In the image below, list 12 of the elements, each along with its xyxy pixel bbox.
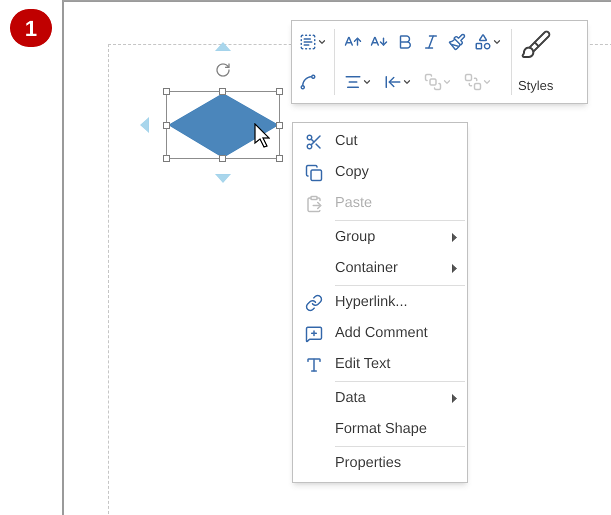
menu-item[interactable]: Properties [293,448,467,479]
menu-item[interactable]: Container [293,253,467,284]
menu-item[interactable]: Hyperlink... [293,287,467,318]
menu-item[interactable]: Data [293,383,467,414]
menu-item[interactable]: Add Comment [293,318,467,349]
menu-item[interactable]: Edit Text [293,349,467,380]
menu-item[interactable]: Cut [293,126,467,157]
menu-item[interactable]: Copy [293,157,467,188]
step-badge: 1 [10,9,52,47]
menu-item[interactable]: Group [293,222,467,253]
menu-item[interactable]: Format Shape [293,414,467,445]
styles-button[interactable]: Styles [512,29,560,95]
